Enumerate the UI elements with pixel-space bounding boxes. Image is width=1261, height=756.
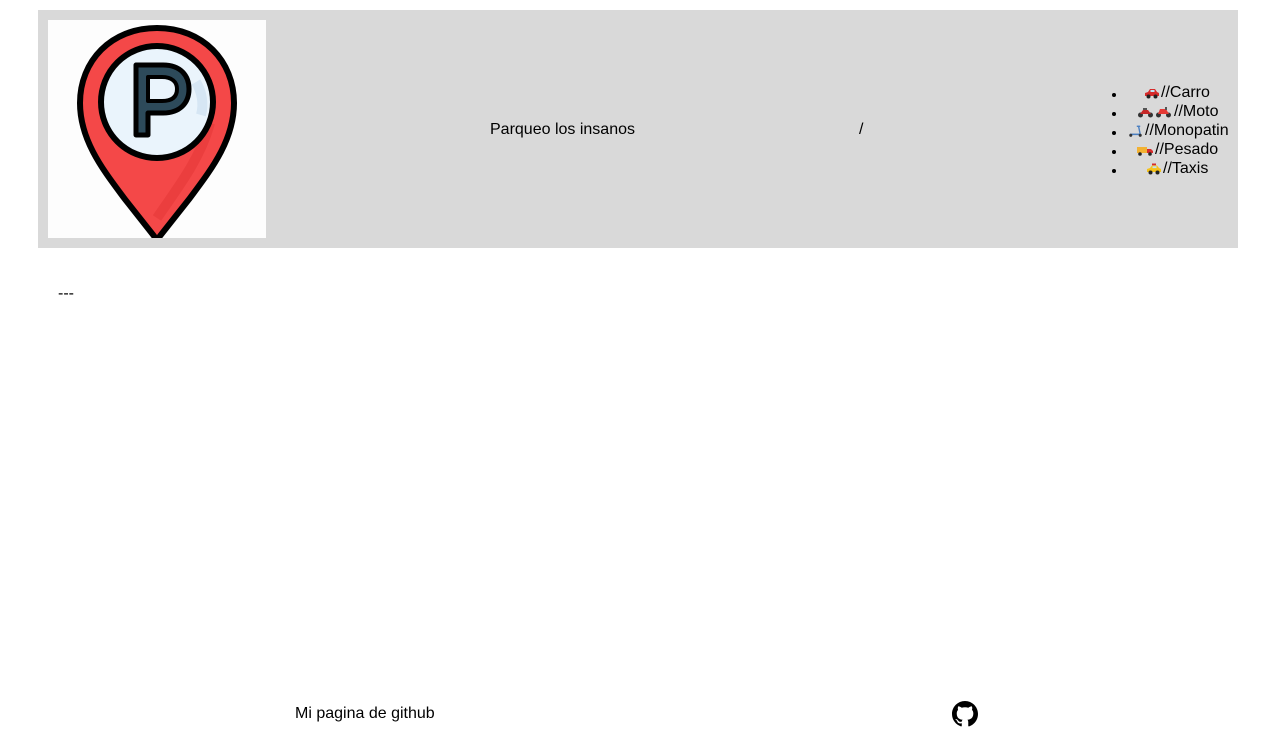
nav-link-taxis[interactable]: //Taxis xyxy=(1146,159,1208,178)
nav-link-carro[interactable]: //Carro xyxy=(1144,83,1210,102)
nav-label-moto: //Moto xyxy=(1174,103,1219,120)
parking-location-pin-icon xyxy=(77,25,237,238)
section-divider: --- xyxy=(58,285,74,302)
taxi-icon xyxy=(1147,163,1161,174)
nav-item-taxis: //Taxis xyxy=(1127,159,1237,178)
nav-label-monopatin: //Monopatin xyxy=(1145,122,1229,139)
motorcycle-icon xyxy=(1138,106,1171,117)
site-header: Parqueo los insanos / //Carro //Moto xyxy=(38,10,1238,248)
logo[interactable] xyxy=(48,20,266,238)
separator: / xyxy=(859,121,864,138)
nav-link-pesado[interactable]: //Pesado xyxy=(1136,140,1218,159)
nav-item-monopatin: //Monopatin xyxy=(1127,121,1237,140)
nav-item-moto: //Moto xyxy=(1127,102,1237,121)
site-title: Parqueo los insanos xyxy=(490,121,635,138)
github-link[interactable]: Mi pagina de github xyxy=(295,705,435,723)
nav-label-pesado: //Pesado xyxy=(1155,141,1219,158)
scooter-icon xyxy=(1129,125,1142,137)
nav-item-pesado: //Pesado xyxy=(1127,140,1237,159)
nav-link-monopatin[interactable]: //Monopatin xyxy=(1127,121,1229,140)
car-icon xyxy=(1145,88,1159,98)
nav-label-carro: //Carro xyxy=(1161,84,1210,101)
nav-link-moto[interactable]: //Moto xyxy=(1137,102,1218,121)
github-icon[interactable] xyxy=(952,701,978,727)
nav-label-taxis: //Taxis xyxy=(1163,160,1209,177)
truck-icon xyxy=(1137,146,1153,156)
nav-item-carro: //Carro xyxy=(1127,83,1237,102)
vehicle-nav: //Carro //Moto //Monopatin xyxy=(1127,83,1237,178)
